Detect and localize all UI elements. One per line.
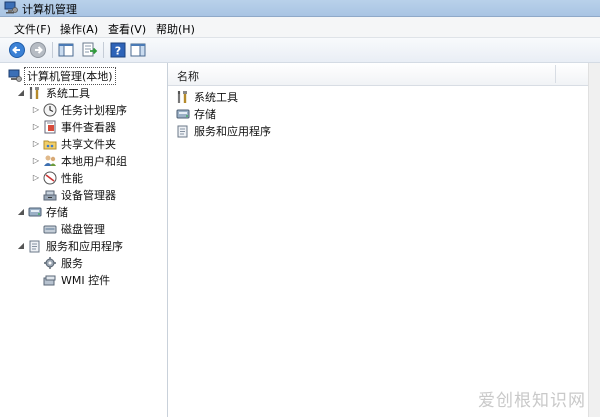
clock-icon [43,103,57,116]
tree-label: WMI 控件 [61,273,111,287]
tree-label: 本地用户和组 [61,154,127,168]
wmi-control-icon [43,275,56,285]
tree-label: 磁盘管理 [61,222,105,236]
tree-label: 事件查看器 [61,120,116,134]
menu-view[interactable]: 查看(V) [108,21,146,37]
forward-arrow-icon[interactable] [29,41,47,59]
title-bar: 计算机管理 [0,0,600,17]
menu-help[interactable]: 帮助(H) [156,21,195,37]
services-apps-icon [177,125,188,137]
expand-arrow-icon[interactable]: ▷ [32,122,40,131]
tools-icon [177,90,187,103]
tree-node-event-viewer[interactable]: ▷ 事件查看器 [32,118,116,135]
tools-icon [29,86,39,99]
list-item-label: 存储 [194,107,216,121]
list-item-label: 服务和应用程序 [194,124,271,138]
tree-node-system-tools[interactable]: ◢ 系统工具 [17,84,90,101]
tree-node-wmi-control[interactable]: WMI 控件 [43,271,110,288]
gear-icon [44,256,56,269]
column-header-label: 名称 [177,70,199,83]
tree-label: 性能 [61,171,83,185]
tree-node-local-users-groups[interactable]: ▷ 本地用户和组 [32,152,127,169]
watermark: 爱创根知识网 [478,391,586,411]
navigation-tree[interactable]: 计算机管理(本地) ◢ 系统工具 ▷ 任务计划程序 ▷ 事件查看器 ▷ 共享文件… [0,63,168,417]
computer-management-icon [4,1,18,14]
storage-icon [28,207,42,216]
expand-arrow-icon[interactable]: ▷ [32,105,40,114]
shared-folder-icon [43,140,57,149]
tree-node-device-manager[interactable]: 设备管理器 [43,186,116,203]
export-list-icon[interactable] [80,41,98,59]
column-header-name[interactable]: 名称 [168,63,600,86]
storage-icon [176,109,190,118]
users-icon [44,155,56,166]
list-item-storage[interactable]: 存储 [176,105,216,122]
expand-arrow-icon[interactable]: ▷ [32,139,40,148]
tree-label: 共享文件夹 [61,137,116,151]
tree-label: 存储 [46,205,68,219]
computer-management-icon [8,69,22,82]
svg-text:?: ? [115,45,121,58]
back-arrow-icon[interactable] [8,41,26,59]
performance-icon [43,171,57,184]
show-hide-action-pane-icon[interactable] [129,41,147,59]
tree-label: 系统工具 [46,86,90,100]
collapse-arrow-icon[interactable]: ◢ [17,241,25,250]
details-pane[interactable]: 名称 系统工具 存储 服务和应用程序 [168,63,600,417]
tree-node-shared-folders[interactable]: ▷ 共享文件夹 [32,135,116,152]
services-apps-icon [29,240,40,252]
tree-node-computer-management[interactable]: 计算机管理(本地) [8,66,116,85]
expand-arrow-icon[interactable]: ▷ [32,156,40,165]
event-viewer-icon [44,120,56,133]
list-item-services-apps[interactable]: 服务和应用程序 [176,122,271,139]
tree-label: 设备管理器 [61,188,116,202]
disk-management-icon [43,225,57,233]
vertical-scrollbar[interactable] [588,63,600,417]
column-divider[interactable] [555,65,556,83]
menu-action[interactable]: 操作(A) [60,21,98,37]
help-icon[interactable]: ? [109,41,127,59]
tree-label: 服务和应用程序 [46,239,123,253]
expand-arrow-icon[interactable]: ▷ [32,173,40,182]
tree-label: 计算机管理(本地) [24,66,116,85]
show-hide-tree-icon[interactable] [57,41,75,59]
toolbar-separator [103,42,104,58]
window-title: 计算机管理 [22,3,77,16]
tree-node-performance[interactable]: ▷ 性能 [32,169,83,186]
list-item-system-tools[interactable]: 系统工具 [176,88,238,105]
toolbar: ? [0,38,600,63]
toolbar-separator [52,42,53,58]
list-item-label: 系统工具 [194,90,238,104]
tree-node-services-apps[interactable]: ◢ 服务和应用程序 [17,237,123,254]
menu-bar: 文件(F) 操作(A) 查看(V) 帮助(H) [0,17,600,38]
tree-node-disk-management[interactable]: 磁盘管理 [43,220,105,237]
tree-node-storage[interactable]: ◢ 存储 [17,203,68,220]
collapse-arrow-icon[interactable]: ◢ [17,207,25,216]
device-manager-icon [43,190,57,200]
tree-node-services[interactable]: 服务 [43,254,83,271]
tree-label: 任务计划程序 [61,103,127,117]
menu-file[interactable]: 文件(F) [14,21,51,37]
collapse-arrow-icon[interactable]: ◢ [17,88,25,97]
tree-label: 服务 [61,256,83,270]
tree-node-task-scheduler[interactable]: ▷ 任务计划程序 [32,101,127,118]
